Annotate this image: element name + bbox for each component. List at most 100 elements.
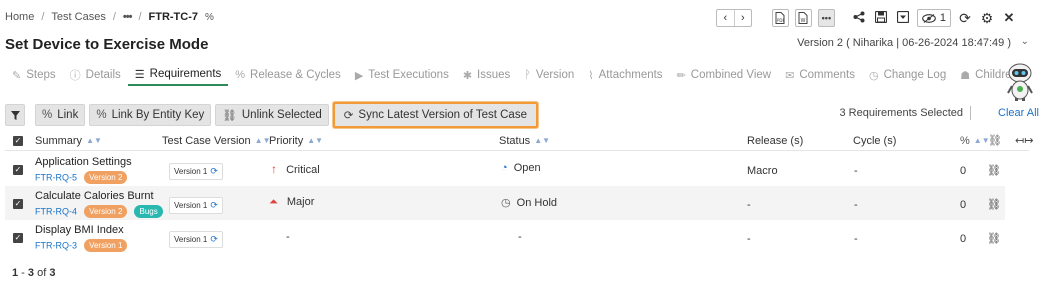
table-row[interactable]: ✓ Calculate Calories Burnt FTR-RQ-4 Vers… [5,186,1005,220]
row-priority: - [286,231,290,243]
row-status: ◔ Open [501,162,541,174]
export-word-button[interactable]: W [794,9,812,27]
requirement-title[interactable]: Display BMI Index [35,224,127,236]
share-icon[interactable] [851,11,867,26]
unlink-icon[interactable]: ⛓ [987,164,1001,177]
previous-record-button[interactable]: ‹ [717,10,734,26]
tab-details[interactable]: ⓘ Details [63,64,128,86]
status-label: Open [513,162,541,174]
link-button[interactable]: % Link [35,104,86,126]
tab-comments[interactable]: ✉ Comments [778,64,862,86]
requirement-id[interactable]: FTR-RQ-3 [35,240,77,250]
link-icon: % [235,69,246,81]
requirement-title[interactable]: Calculate Calories Burnt [35,190,163,202]
tab-version[interactable]: ᚹ Version [517,64,581,86]
row-test-case-version[interactable]: Version 1 ⟳ [169,197,223,214]
row-status: ◷ On Hold [501,196,557,209]
tab-requirements[interactable]: ☰ Requirements [127,64,229,86]
sort-icon: ▲▼ [86,136,102,145]
sync-icon[interactable]: ⟳ [210,166,218,177]
unlink-icon[interactable]: ⛓ [987,198,1001,211]
word-icon: W [798,12,808,24]
requirement-title[interactable]: Application Settings [35,156,132,168]
next-record-button[interactable]: › [733,10,751,26]
tab-steps[interactable]: ✎ Steps [5,64,63,86]
tab-issues[interactable]: ✱ Issues [456,64,517,86]
close-icon[interactable]: ✕ [1001,10,1017,26]
breadcrumb-home[interactable]: Home [5,11,34,23]
tab-combined-view[interactable]: ✏ Combined View [670,64,779,86]
breadcrumb-separator: / [112,11,116,23]
requirements-actions: % Link % Link By Entity Key ⛓ Unlink Sel… [5,102,538,128]
link-by-entity-key-button[interactable]: % Link By Entity Key [89,104,212,126]
row-summary: Calculate Calories Burnt FTR-RQ-4 Versio… [35,190,163,218]
page-title: Set Device to Exercise Mode [5,36,209,53]
header-label: Priority [269,134,304,147]
tab-attachments[interactable]: ⌇ Attachments [581,64,669,86]
clock-icon: ◷ [501,197,511,209]
tab-label: Issues [477,69,511,81]
chevron-down-icon[interactable]: ⌄ [1021,36,1029,47]
row-test-case-version[interactable]: Version 1 ⟳ [169,231,223,248]
clear-all-link[interactable]: Clear All [998,107,1039,119]
requirement-id[interactable]: FTR-RQ-4 [35,206,77,216]
sync-icon[interactable]: ⟳ [210,234,218,245]
link-icon: % [960,134,970,147]
tab-test-executions[interactable]: ▶ Test Executions [348,64,456,86]
unlink-icon[interactable]: ⛓ [987,232,1001,245]
requirement-id[interactable]: FTR-RQ-5 [35,172,77,182]
row-checkbox[interactable]: ✓ [13,199,23,209]
tab-change-log[interactable]: ◷ Change Log [862,64,953,86]
header-release[interactable]: Release (s) [747,135,803,147]
select-all-checkbox[interactable]: ✓ [13,135,23,146]
sync-latest-version-button[interactable]: ⟳ Sync Latest Version of Test Case [332,102,538,128]
link-icon[interactable]: % [205,12,214,23]
comments-icon: ✉ [785,69,795,82]
header-label: Cycle (s) [853,134,897,147]
unlink-icon: ⛓ [988,135,1002,147]
version-info[interactable]: Version 2 ( Niharika | 06-26-2024 18:47:… [797,37,1011,49]
bugs-badge[interactable]: Bugs [134,205,163,218]
unlink-selected-label: Unlink Selected [241,109,322,121]
record-navigation: ‹ › [715,9,752,27]
branch-icon: ᚹ [524,69,531,81]
save-icon[interactable] [873,10,889,26]
pagination-summary: 1 - 3 of 3 [12,267,55,279]
watchers-button[interactable]: 1 [916,9,951,27]
header-link-count[interactable]: % ▲▼ [960,135,990,147]
tab-release-cycles[interactable]: % Release & Cycles [228,64,348,86]
header-summary[interactable]: Summary ▲▼ [35,135,102,147]
export-pdf-button[interactable]: PDF [771,9,789,27]
more-options-button[interactable]: ••• [817,9,835,27]
dropdown-box-icon[interactable] [895,10,911,26]
breadcrumb-ellipsis[interactable]: ••• [123,11,133,23]
row-link-count: 0 [960,199,967,211]
checkbox-checked-icon: ✓ [13,233,23,243]
row-summary: Application Settings FTR-RQ-5 Version 2 [35,156,132,184]
breadcrumb-test-cases[interactable]: Test Cases [51,11,105,23]
unlink-selected-button[interactable]: ⛓ Unlink Selected [215,104,329,126]
table-row[interactable]: ✓ Application Settings FTR-RQ-5 Version … [5,152,1005,186]
gear-icon[interactable]: ⚙ [979,10,995,27]
watchers-count: 1 [939,12,946,24]
expand-columns-icon[interactable]: ↤↦ [1015,134,1033,147]
tab-label: Release & Cycles [250,69,341,81]
divider [970,106,971,120]
row-checkbox[interactable]: ✓ [13,165,23,175]
header-test-case-version[interactable]: Test Case Version ▲▼ [162,135,271,147]
header-priority[interactable]: Priority ▲▼ [269,135,323,147]
sync-icon[interactable]: ⟳ [210,200,218,211]
arrow-up-icon: ↑ [271,162,277,176]
row-checkbox[interactable]: ✓ [13,233,23,243]
table-row[interactable]: ✓ Display BMI Index FTR-RQ-3 Version 1 V… [5,220,1005,254]
refresh-icon[interactable]: ⟳ [957,10,973,27]
table-header: ✓ Summary ▲▼ Test Case Version ▲▼ Priori… [5,131,1033,151]
header-label: Summary [35,134,83,147]
tab-label: Details [85,69,121,81]
row-test-case-version[interactable]: Version 1 ⟳ [169,163,223,180]
row-priority: ⏶ Major [269,196,314,209]
filter-button[interactable] [5,104,25,126]
assistant-robot-icon[interactable] [1005,62,1035,102]
header-status[interactable]: Status ▲▼ [499,135,550,147]
header-cycle[interactable]: Cycle (s) [853,135,896,147]
